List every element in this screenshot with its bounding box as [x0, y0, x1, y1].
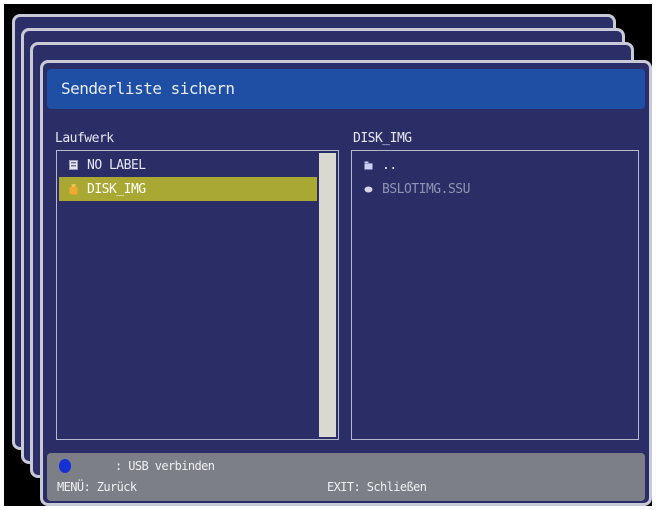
drive-pane-label: Laufwerk: [55, 131, 114, 146]
help-bar: : USB verbinden MENÜ: Zurück EXIT: Schli…: [47, 453, 645, 501]
exit-close-hint: EXIT: Schließen: [327, 480, 427, 494]
dialog-title: Senderliste sichern: [61, 79, 235, 98]
drive-list-scrollbar[interactable]: [319, 153, 336, 437]
drive-icon: [59, 160, 87, 170]
folder-pane-label: DISK_IMG: [353, 131, 412, 146]
drive-item-disk-img[interactable]: DISK_IMG: [59, 177, 317, 201]
drive-list-pane: NO LABEL DISK_IMG: [56, 150, 339, 440]
folder-up-icon: [354, 161, 382, 170]
file-item-label: BSLOTIMG.SSU: [382, 181, 470, 197]
drive-item-label: NO LABEL: [87, 157, 146, 173]
dialog-title-bar: Senderliste sichern: [47, 69, 645, 109]
menu-back-hint: MENÜ: Zurück: [57, 480, 137, 494]
file-list: .. BSLOTIMG.SSU: [354, 153, 634, 201]
usb-drive-icon: [59, 183, 87, 195]
tv-screen: Senderliste sichern Laufwerk DISK_IMG NO…: [4, 4, 652, 506]
drive-list: NO LABEL DISK_IMG: [59, 153, 317, 201]
save-channel-list-dialog: Senderliste sichern Laufwerk DISK_IMG NO…: [40, 60, 652, 506]
usb-connect-hint: : USB verbinden: [115, 459, 215, 473]
file-item-bslotimg[interactable]: BSLOTIMG.SSU: [354, 177, 634, 201]
file-icon: [354, 186, 382, 193]
drive-item-label: DISK_IMG: [87, 181, 146, 197]
blue-button-icon: [59, 459, 71, 473]
file-item-label: ..: [382, 157, 397, 173]
file-item-parent-folder[interactable]: ..: [354, 153, 634, 177]
file-list-pane: .. BSLOTIMG.SSU: [351, 150, 639, 440]
drive-item-no-label[interactable]: NO LABEL: [59, 153, 317, 177]
